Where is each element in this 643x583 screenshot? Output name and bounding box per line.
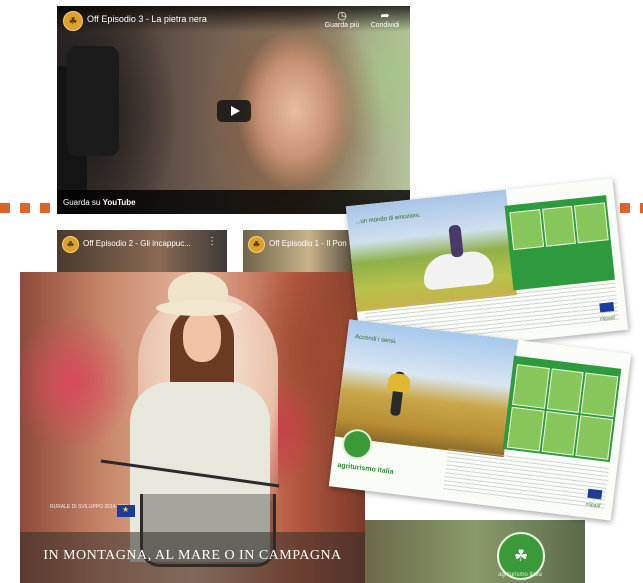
share-label: Condividi (370, 22, 400, 29)
watch-later-label: Guarda più (324, 22, 360, 29)
thumbnail-title: Off Episodio 1 - Il Pon (269, 239, 347, 248)
campaign-photo: RURALE DI SVILUPPO 2014-2020 IN MONTAGNA… (20, 272, 365, 583)
channel-avatar[interactable]: ☘ (63, 11, 83, 31)
eu-flag-icon (587, 488, 603, 500)
play-button[interactable] (217, 100, 251, 122)
watch-later-button[interactable]: ◷ Guarda più (322, 10, 362, 29)
brochure-tile (507, 406, 545, 452)
watch-on-prefix: Guarda su (63, 198, 101, 207)
share-icon: ➦ (380, 10, 390, 22)
agriturismo-logo-text: agriturismo italia (336, 461, 394, 476)
share-button[interactable]: ➦ Condividi (365, 10, 405, 29)
campaign-band (365, 520, 585, 583)
eu-flag-icon (599, 301, 615, 313)
eu-flag-icon (117, 505, 135, 517)
channel-avatar: ☘ (248, 236, 265, 253)
agriturismo-logo-text: agriturismo italia (498, 572, 542, 578)
photo-hat-brim (156, 300, 242, 316)
video-frame-camera (67, 46, 119, 156)
brochure-field: Accendi i sensi. agriturismo italia mipa… (328, 319, 632, 521)
brochure-tile (546, 367, 584, 413)
video-title[interactable]: Off Episodio 3 - La pietra nera (87, 14, 207, 24)
brochure-photo (345, 189, 517, 313)
photo-woman-face (183, 312, 221, 362)
brochure-tile (509, 208, 544, 250)
brochure-tile (574, 202, 609, 243)
video-player[interactable]: ☘ Off Episodio 3 - La pietra nera ◷ Guar… (57, 6, 410, 214)
brochure-person-top (386, 372, 411, 394)
thumbnail-title: Off Episodio 2 - Gli incappuc... (83, 239, 191, 248)
clock-icon: ◷ (337, 10, 347, 22)
watch-on-youtube-link[interactable]: Guarda su YouTube (63, 198, 136, 207)
youtube-logo: YouTube (102, 198, 136, 207)
brochure-green-panel (502, 355, 622, 463)
channel-avatar: ☘ (62, 236, 79, 253)
brochure-tile (581, 372, 619, 418)
brochure-tile (541, 410, 579, 456)
brochure-tile (512, 363, 550, 409)
brochure-tile (541, 205, 577, 247)
brochure-tile (575, 415, 613, 461)
more-options-icon[interactable]: ⋮ (207, 237, 217, 247)
brochure-green-panel (504, 195, 615, 291)
campaign-claim: IN MONTAGNA, AL MARE O IN CAMPAGNA (43, 548, 342, 563)
